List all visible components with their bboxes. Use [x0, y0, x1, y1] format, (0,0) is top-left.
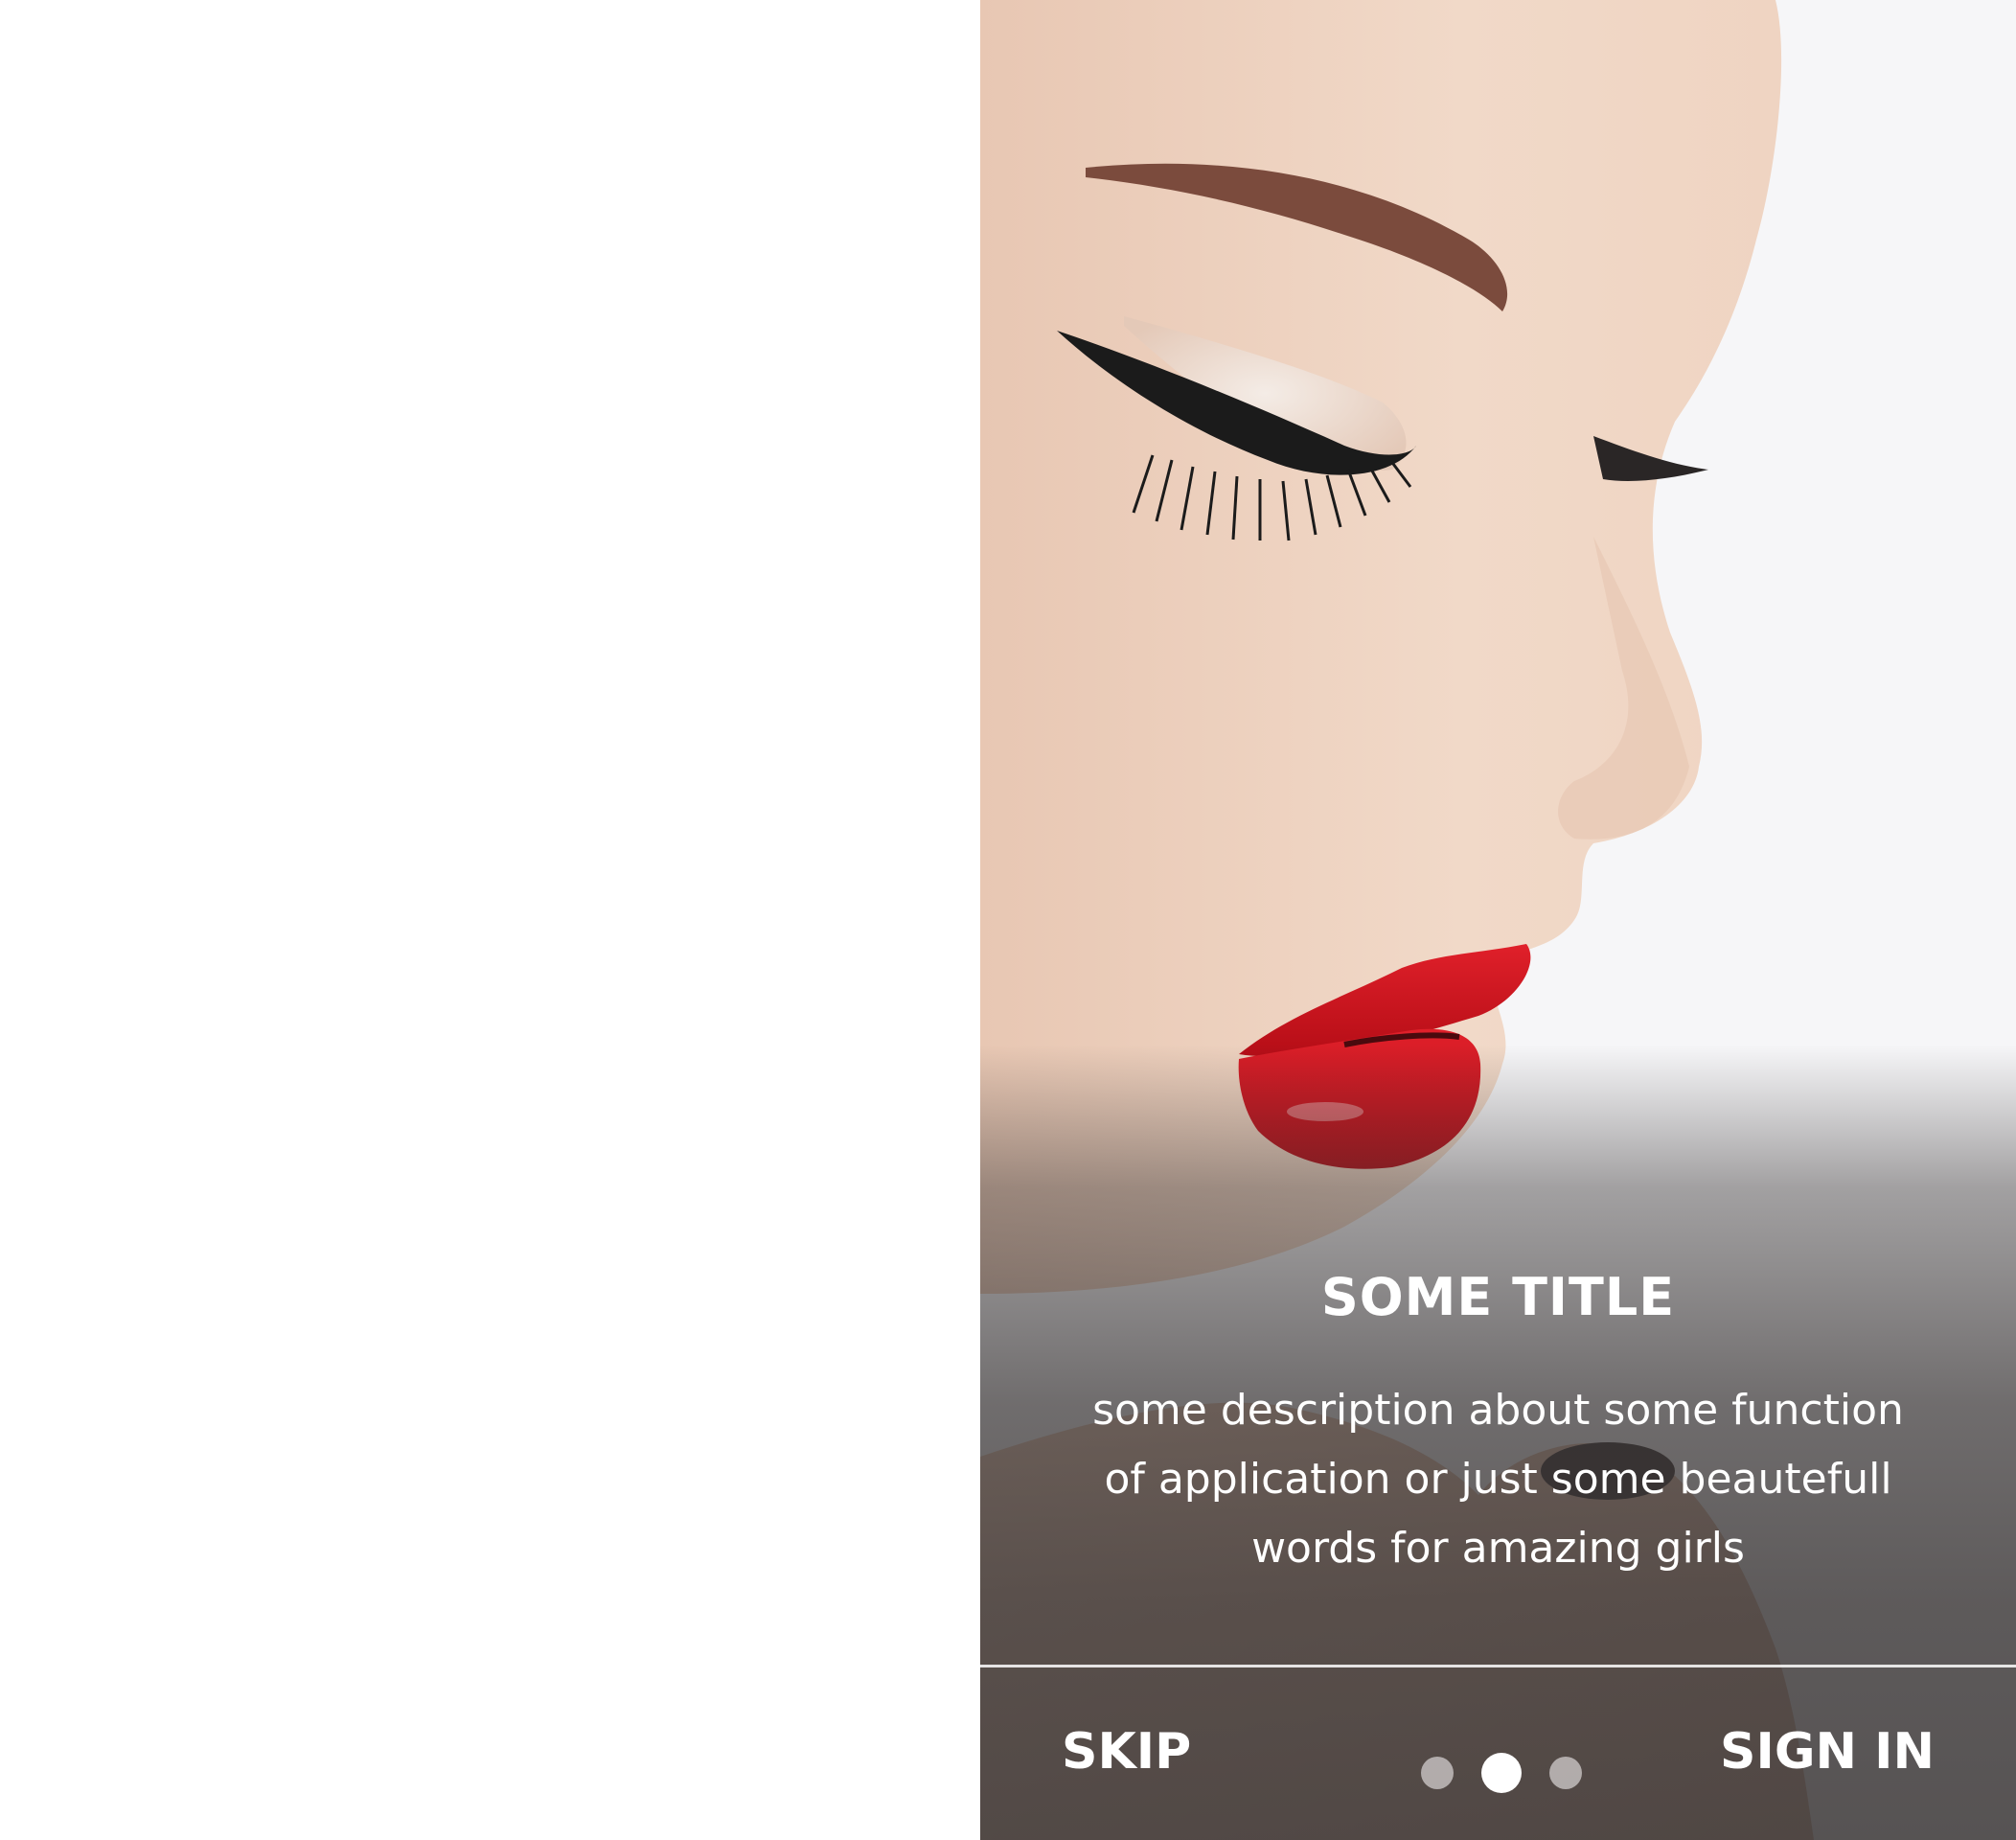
onboarding-description: some description about some function of …	[1092, 1386, 1904, 1573]
page-indicator	[1421, 1753, 1584, 1793]
page-dot-2-active[interactable]	[1481, 1753, 1522, 1793]
onboarding-title: SOME TITLE	[1320, 1267, 1676, 1327]
sign-in-button[interactable]: SIGN IN	[1720, 1715, 1935, 1788]
onboarding-content: SOME TITLE some description about some f…	[980, 1263, 2016, 1583]
skip-button[interactable]: SKIP	[1062, 1715, 1191, 1788]
bottom-navigation-bar: SKIP SIGN IN	[980, 1668, 2016, 1840]
page-dot-1[interactable]	[1421, 1757, 1454, 1789]
page-dot-3[interactable]	[1549, 1757, 1582, 1789]
blank-canvas-area	[0, 0, 980, 1840]
onboarding-screen: SOME TITLE some description about some f…	[980, 0, 2016, 1840]
